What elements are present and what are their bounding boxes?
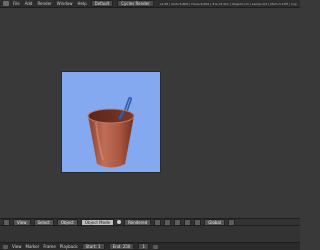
shading-sphere-icon[interactable] <box>117 220 122 224</box>
shading-select[interactable]: Rendered <box>124 219 152 225</box>
cup-render-image <box>87 97 135 168</box>
end-frame-field[interactable]: End: 250 <box>108 243 135 250</box>
editor-type-icon[interactable] <box>3 1 9 6</box>
main-menu: File Add Render Window Help <box>13 1 87 6</box>
pivot-icon[interactable] <box>154 219 162 225</box>
view-menu[interactable]: View <box>13 219 31 225</box>
scale-icon[interactable] <box>194 219 202 225</box>
timeline-type-icon[interactable] <box>3 244 8 249</box>
screen-layout-field[interactable]: Default <box>90 0 114 7</box>
timeline-frame-menu[interactable]: Frame <box>43 244 55 249</box>
menu-add[interactable]: Add <box>25 1 33 6</box>
timeline-area <box>0 226 300 242</box>
render-preview <box>61 71 161 173</box>
menu-help[interactable]: Help <box>77 1 86 6</box>
timeline-playback-menu[interactable]: Playback <box>60 244 78 249</box>
mode-select[interactable]: Object Mode <box>80 219 115 225</box>
manipulator-icon[interactable] <box>164 219 172 225</box>
timeline-marker-menu[interactable]: Marker <box>26 244 40 249</box>
object-menu[interactable]: Object <box>56 219 78 225</box>
layers-icon[interactable] <box>228 219 235 225</box>
render-engine-select[interactable]: Cycles Render <box>117 0 154 7</box>
info-header: File Add Render Window Help Default Cycl… <box>0 0 300 8</box>
3d-viewport[interactable] <box>0 9 300 218</box>
play-icon[interactable] <box>153 244 158 249</box>
move-icon[interactable] <box>174 219 182 225</box>
select-menu[interactable]: Select <box>33 219 54 225</box>
timeline-view-menu[interactable]: View <box>12 244 22 249</box>
editor-type-icon[interactable] <box>3 219 10 225</box>
rotate-icon[interactable] <box>184 219 192 225</box>
timeline-header: View Marker Frame Playback Start: 1 End:… <box>0 242 300 250</box>
menu-file[interactable]: File <box>13 1 20 6</box>
menu-render[interactable]: Render <box>37 1 51 6</box>
start-frame-field[interactable]: Start: 1 <box>81 243 105 250</box>
current-frame-field[interactable]: 1 <box>138 243 149 250</box>
viewport-header: View Select Object Object Mode Rendered … <box>0 218 300 226</box>
orientation-select[interactable]: Global <box>204 219 225 225</box>
menu-window[interactable]: Window <box>57 1 73 6</box>
scene-stats: v2.68 | Verts:6,800 | Faces:6,656 | Tris… <box>159 1 297 6</box>
